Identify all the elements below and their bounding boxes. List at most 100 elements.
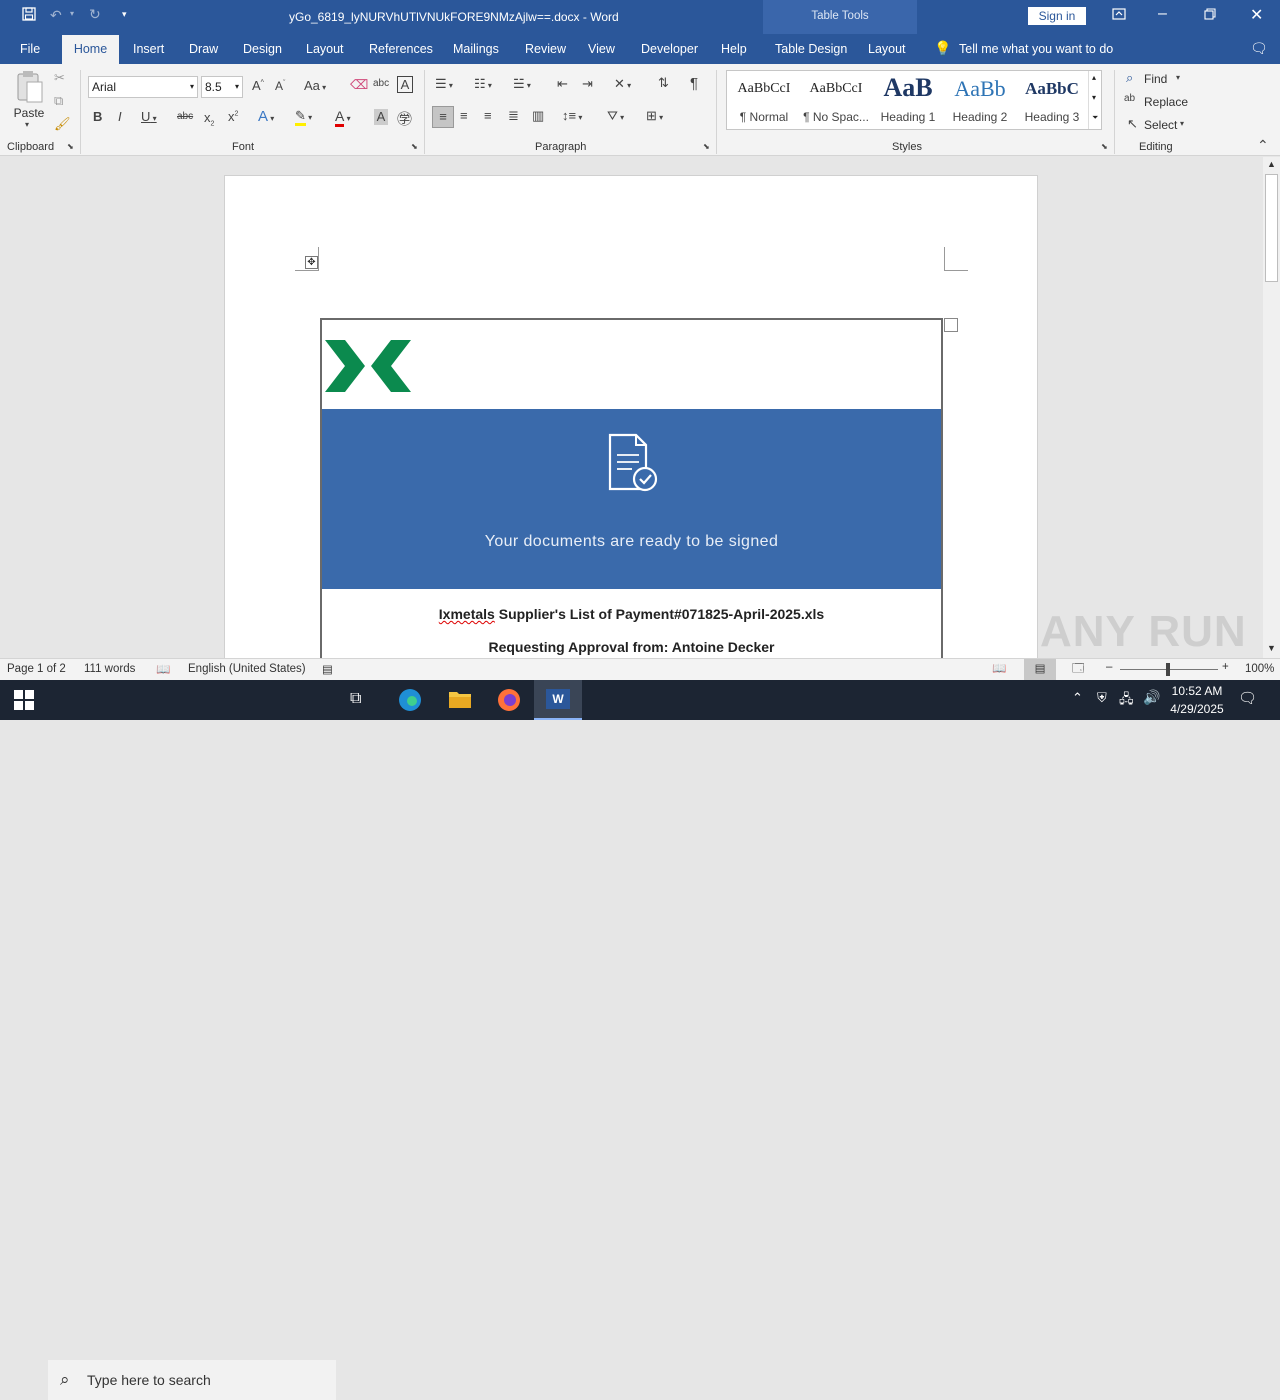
font-name-dropdown[interactable]: Arial ▾ xyxy=(88,76,198,98)
justify-icon[interactable]: ≣ xyxy=(508,108,519,124)
undo-icon[interactable]: ↶ xyxy=(50,7,62,24)
redo-icon[interactable]: ↻ xyxy=(89,6,101,23)
web-layout-icon[interactable]: 🗔 xyxy=(1072,661,1084,680)
paste-dropdown-icon[interactable]: ▾ xyxy=(25,120,29,129)
tab-home[interactable]: Home xyxy=(62,35,119,64)
tab-developer[interactable]: Developer xyxy=(641,42,698,56)
more-styles-icon[interactable]: ⏷ xyxy=(1092,113,1098,123)
scroll-thumb[interactable] xyxy=(1265,174,1278,282)
find-icon[interactable]: ⌕ xyxy=(1126,70,1133,86)
font-launcher-icon[interactable]: ⬊ xyxy=(411,142,418,151)
decrease-indent-icon[interactable]: ⇤ xyxy=(557,76,568,92)
tab-view[interactable]: View xyxy=(588,42,615,56)
tab-table-layout[interactable]: Layout xyxy=(868,42,906,56)
paste-icon[interactable] xyxy=(15,70,45,107)
borders-icon[interactable]: ⊞ ▾ xyxy=(646,108,663,124)
table-resize-handle[interactable] xyxy=(944,318,958,332)
subscript-icon[interactable]: x2 xyxy=(204,110,214,128)
text-effects-icon[interactable]: A ▾ xyxy=(258,108,274,125)
tab-references[interactable]: References xyxy=(369,42,433,56)
comments-icon[interactable]: 🗨 xyxy=(1250,40,1268,57)
line-spacing-icon[interactable]: ↕≡ ▾ xyxy=(562,108,582,123)
print-layout-icon[interactable]: ▤ xyxy=(1024,659,1056,680)
sort-icon[interactable]: ⇅ xyxy=(658,75,669,91)
cut-icon[interactable]: ✂ xyxy=(54,70,65,86)
clock-time[interactable]: 10:52 AM xyxy=(1170,684,1224,698)
shrink-font-icon[interactable]: Aˇ xyxy=(275,79,285,93)
character-shading-icon[interactable]: A xyxy=(374,109,388,125)
superscript-icon[interactable]: x2 xyxy=(228,109,238,124)
email-table[interactable]: Your documents are ready to be signed Ix… xyxy=(320,318,943,658)
multilevel-list-icon[interactable]: ☱ ▾ xyxy=(513,76,531,92)
tab-table-design[interactable]: Table Design xyxy=(775,42,847,56)
tab-layout[interactable]: Layout xyxy=(306,42,344,56)
tab-help[interactable]: Help xyxy=(721,42,747,56)
align-right-icon[interactable]: ≡ xyxy=(484,108,492,123)
distributed-icon[interactable]: ▥ xyxy=(532,108,544,124)
scroll-down-icon[interactable]: ▼ xyxy=(1267,643,1276,653)
tab-file[interactable]: File xyxy=(20,42,40,56)
font-color-icon[interactable]: A ▾ xyxy=(335,108,351,127)
tab-design[interactable]: Design xyxy=(243,42,282,56)
chevron-down-icon[interactable]: ▾ xyxy=(1176,73,1180,82)
shading-icon[interactable]: ⛛ ▾ xyxy=(607,108,624,124)
proofing-icon[interactable]: 📖 xyxy=(156,662,170,676)
clear-formatting-icon[interactable]: ⌫ xyxy=(350,77,368,93)
increase-indent-icon[interactable]: ⇥ xyxy=(582,76,593,92)
align-left-icon[interactable]: ≡ xyxy=(432,106,454,128)
replace-button[interactable]: Replace xyxy=(1144,95,1188,109)
zoom-out-icon[interactable]: – xyxy=(1106,661,1112,673)
network-icon[interactable]: 🖧 xyxy=(1119,690,1134,712)
numbering-icon[interactable]: ☷ ▾ xyxy=(474,76,492,92)
save-icon[interactable] xyxy=(22,7,36,24)
align-center-icon[interactable]: ≡ xyxy=(460,108,468,123)
page-count[interactable]: Page 1 of 2 xyxy=(7,663,66,675)
styles-scroll[interactable]: ▴ ▾ ⏷ xyxy=(1088,71,1102,129)
customize-qat-icon[interactable]: ▾ xyxy=(122,9,127,20)
restore-icon[interactable] xyxy=(1204,8,1216,23)
style-heading-3[interactable]: AaBbC Heading 3 xyxy=(1016,71,1088,129)
clock-date[interactable]: 4/29/2025 xyxy=(1166,702,1228,716)
tab-mailings[interactable]: Mailings xyxy=(453,42,499,56)
styles-launcher-icon[interactable]: ⬊ xyxy=(1101,142,1108,151)
sign-in-button[interactable]: Sign in xyxy=(1028,7,1086,25)
close-icon[interactable]: ✕ xyxy=(1250,5,1263,25)
style-heading-2[interactable]: AaBb Heading 2 xyxy=(944,71,1016,129)
style-normal[interactable]: AaBbCcI ¶ Normal xyxy=(728,71,800,129)
italic-icon[interactable]: I xyxy=(118,109,122,124)
format-painter-icon[interactable]: 🖌 xyxy=(54,116,71,132)
language-status[interactable]: English (United States) xyxy=(188,663,306,675)
style-no-spacing[interactable]: AaBbCcI ¶ No Spac... xyxy=(800,71,872,129)
volume-icon[interactable]: 🔊 xyxy=(1143,689,1160,706)
tab-draw[interactable]: Draw xyxy=(189,42,218,56)
chevron-down-icon[interactable]: ▾ xyxy=(1180,119,1184,128)
show-hidden-icons-icon[interactable]: ⌃ xyxy=(1072,690,1083,706)
zoom-slider-thumb[interactable] xyxy=(1166,663,1170,676)
tab-review[interactable]: Review xyxy=(525,42,566,56)
asian-layout-icon[interactable]: ✕ ▾ xyxy=(614,76,631,92)
zoom-level[interactable]: 100% xyxy=(1245,663,1274,675)
document-page[interactable]: ✥ Your documents are ready to be signed … xyxy=(224,175,1038,658)
font-size-dropdown[interactable]: 8.5 ▾ xyxy=(201,76,243,98)
tell-me-search[interactable]: Tell me what you want to do xyxy=(959,42,1113,56)
find-button[interactable]: Find xyxy=(1144,72,1167,86)
file-explorer-icon[interactable] xyxy=(448,689,472,712)
grow-font-icon[interactable]: A^ xyxy=(252,78,264,93)
style-heading-1[interactable]: AaB Heading 1 xyxy=(872,71,944,129)
underline-icon[interactable]: U ▾ xyxy=(141,109,157,124)
paragraph-launcher-icon[interactable]: ⬊ xyxy=(703,142,710,151)
tab-insert[interactable]: Insert xyxy=(133,42,164,56)
word-taskbar-button[interactable]: W xyxy=(534,680,582,720)
table-move-handle-icon[interactable]: ✥ xyxy=(305,256,318,269)
edge-icon[interactable] xyxy=(398,688,422,715)
ribbon-display-options-icon[interactable] xyxy=(1112,8,1126,23)
firefox-icon[interactable] xyxy=(497,688,521,715)
scroll-up-icon[interactable]: ▲ xyxy=(1267,159,1276,169)
replace-icon[interactable]: ab xyxy=(1124,93,1135,104)
select-icon[interactable]: ↖ xyxy=(1127,116,1138,132)
macro-icon[interactable]: ▤ xyxy=(322,662,333,676)
phonetic-guide-icon[interactable]: abc xyxy=(373,78,389,89)
bold-icon[interactable]: B xyxy=(93,109,102,124)
zoom-in-icon[interactable]: + xyxy=(1222,661,1229,673)
security-icon[interactable]: ⛨ xyxy=(1097,690,1107,706)
